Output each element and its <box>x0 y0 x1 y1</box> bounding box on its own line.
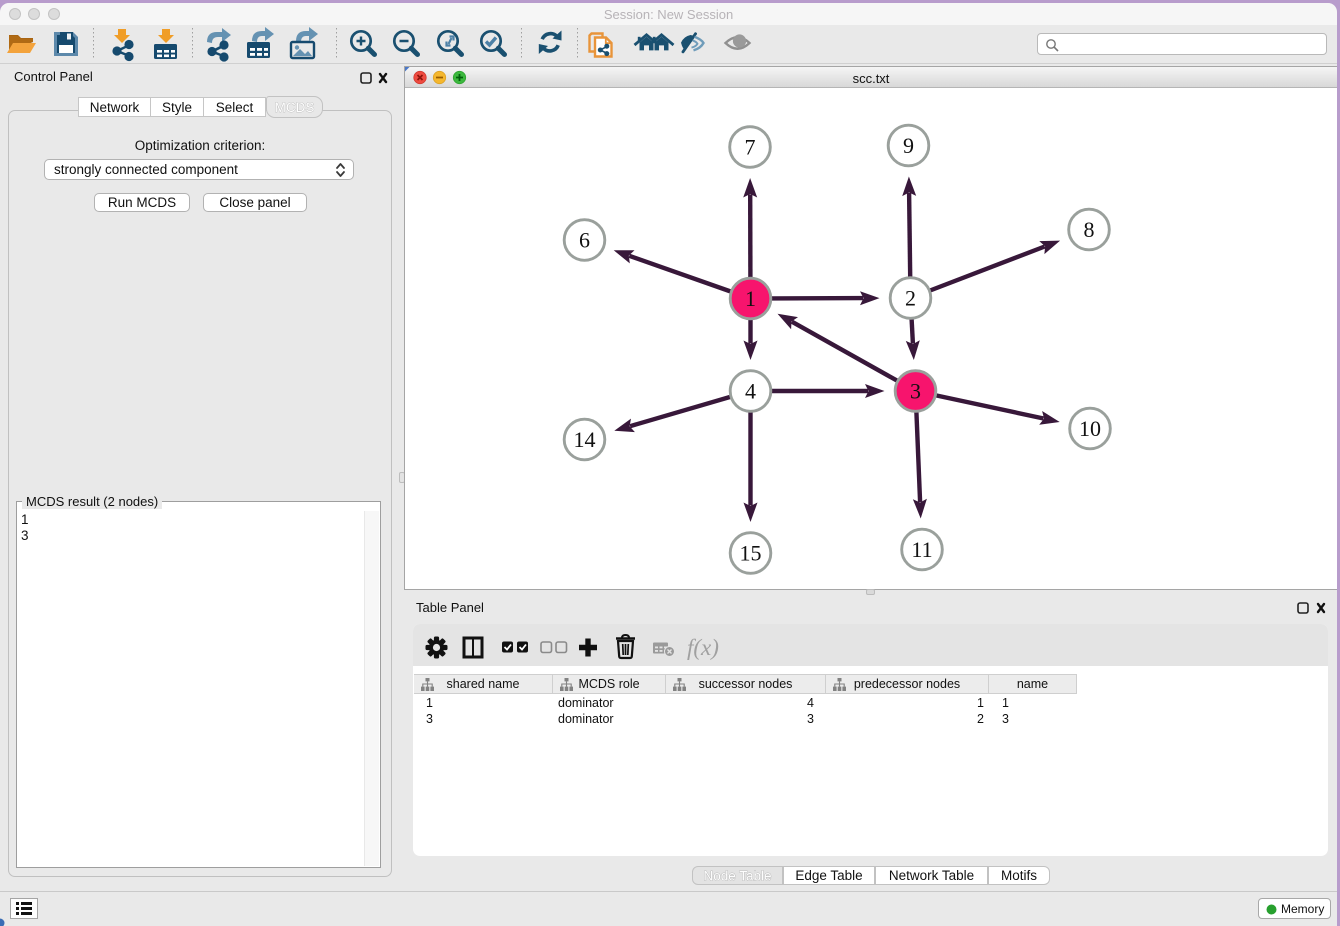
svg-text:15: 15 <box>740 541 762 566</box>
svg-text:14: 14 <box>574 427 596 452</box>
svg-text:6: 6 <box>579 228 590 253</box>
svg-text:11: 11 <box>911 537 932 562</box>
svg-text:9: 9 <box>903 133 914 158</box>
svg-text:2: 2 <box>905 286 916 311</box>
svg-text:4: 4 <box>745 379 756 404</box>
svg-text:10: 10 <box>1079 416 1101 441</box>
svg-text:8: 8 <box>1084 217 1095 242</box>
svg-text:f(x): f(x) <box>687 635 719 660</box>
svg-text:7: 7 <box>745 135 756 160</box>
svg-text:1: 1 <box>745 286 756 311</box>
svg-text:MCDS: MCDS <box>275 100 315 115</box>
svg-text:3: 3 <box>910 379 921 404</box>
svg-text:Node Table: Node Table <box>703 869 771 884</box>
